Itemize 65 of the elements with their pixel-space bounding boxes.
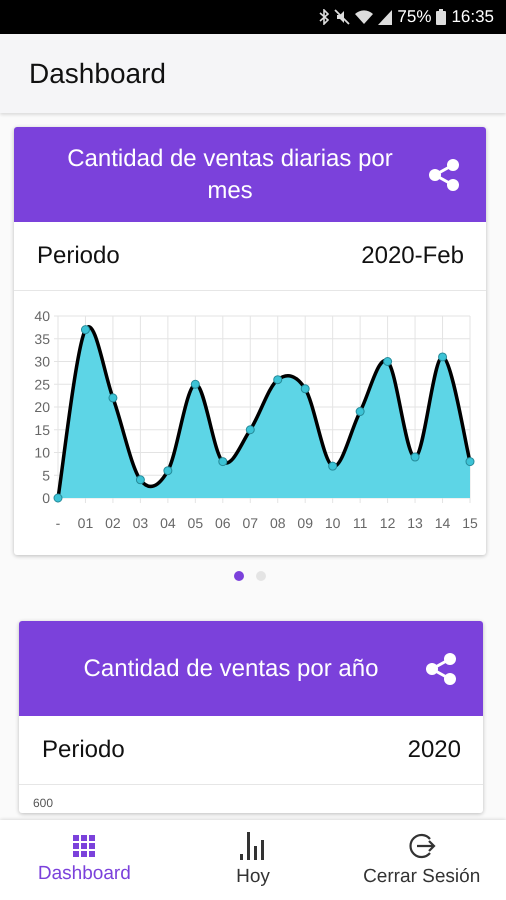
axis-tick-label: 06 [215,515,231,531]
axis-tick-label: 07 [242,515,258,531]
axis-tick-label: 01 [78,515,94,531]
nav-tab[interactable]: Dashboard [0,820,169,900]
battery-icon [436,9,446,25]
axis-tick-label: 04 [160,515,176,531]
axis-tick-label: 20 [34,399,50,415]
mute-icon [334,9,350,25]
data-point [108,393,118,402]
period-value: 2020 [408,736,461,764]
data-point [356,407,365,416]
axis-tick-label: 15 [462,515,478,531]
bar-chart-icon [240,832,266,860]
period-label: Periodo [37,242,120,270]
data-point [300,384,310,394]
data-point [246,425,255,434]
axis-tick-label: 15 [34,422,50,438]
signal-icon [378,10,392,24]
axis-tick-label: 11 [352,515,368,531]
axis-tick-label: 12 [380,515,396,531]
card-title: Cantidad de ventas por año [82,654,380,684]
clock-time: 16:35 [451,7,494,27]
period-value: 2020-Feb [361,242,464,270]
bluetooth-icon [319,9,330,25]
axis-tick-label: 13 [407,515,423,531]
axis-tick-label: 03 [132,515,148,531]
axis-tick-label: 08 [270,515,286,531]
data-point [218,457,228,466]
data-point [136,475,145,484]
axis-tick-label: 0 [42,490,50,506]
data-point [383,357,392,366]
battery-percentage: 75% [397,7,432,27]
axis-tick-label: 10 [34,444,50,460]
axis-tick-label: 09 [297,515,313,531]
page-indicator-dot[interactable] [234,571,244,581]
axis-tick-label: 05 [188,515,204,531]
card-title: Cantidad de ventas diarias por mes [66,144,394,206]
data-point [190,380,200,389]
share-icon[interactable] [426,156,462,192]
axis-tick-label: 25 [34,376,50,392]
grid-icon [73,835,96,857]
data-point [273,375,282,384]
axis-tick-label: - [56,515,60,531]
data-point [410,452,420,462]
page-title: Dashboard [29,58,166,90]
data-point [163,466,172,476]
axis-tick-label: 35 [34,330,50,347]
data-point [80,325,90,334]
share-icon[interactable] [423,650,459,686]
period-label: Periodo [42,736,125,764]
axis-tick-label: 40 [34,308,50,324]
wifi-icon [355,10,374,24]
axis-tick-label: 02 [105,515,121,531]
axis-tick-label: 5 [42,467,50,484]
axis-tick-label: 600 [33,796,54,810]
axis-tick-label: 10 [324,515,340,531]
logout-icon [408,832,436,860]
axis-tick-label: 30 [34,354,50,370]
data-point [54,494,62,502]
data-point [466,457,474,466]
axis-tick-label: 14 [434,515,450,531]
nav-tab[interactable]: Hoy [168,820,338,900]
data-point [328,462,338,471]
nav-tab[interactable]: Cerrar Sesión [337,820,506,900]
data-point [438,352,448,362]
